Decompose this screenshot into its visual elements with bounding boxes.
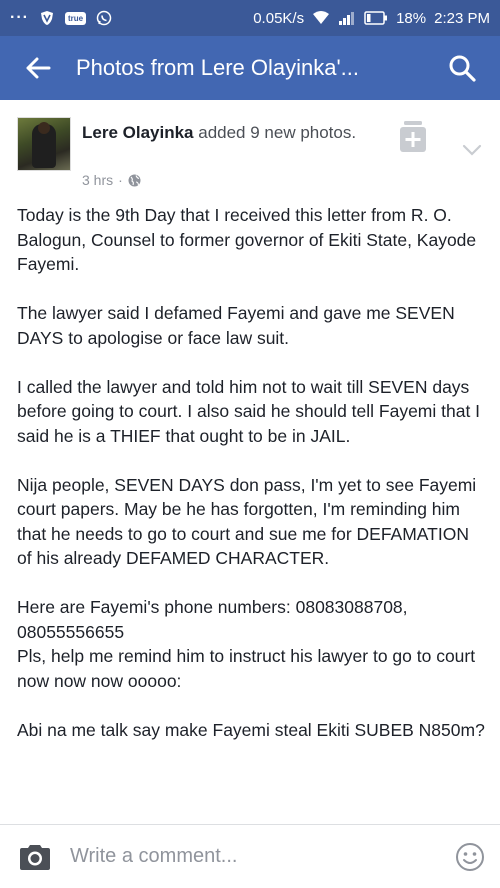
avatar-head <box>38 122 50 134</box>
meta-separator: · <box>118 172 123 188</box>
signal-icon <box>338 11 356 25</box>
comment-input[interactable] <box>70 845 430 868</box>
post-paragraph: I called the lawyer and told him not to … <box>17 376 481 446</box>
camera-icon <box>20 844 50 870</box>
sticker-button[interactable] <box>440 825 500 888</box>
network-speed: 0.05K/s <box>253 9 305 27</box>
search-button[interactable] <box>424 36 500 100</box>
battery-level: 18% <box>396 9 427 27</box>
clock: 2:23 PM <box>434 9 490 27</box>
post-paragraph: Abi na me talk say make Fayemi steal Eki… <box>17 719 485 740</box>
wifi-icon <box>312 11 330 25</box>
author-name[interactable]: Lere Olayinka <box>82 123 194 142</box>
battery-icon <box>364 11 388 25</box>
post-author-line: Lere Olayinka added 9 new photos. <box>82 121 382 145</box>
post-paragraph: The lawyer said I defamed Fayemi and gav… <box>17 303 455 348</box>
post-paragraph: Nija people, SEVEN DAYS don pass, I'm ye… <box>17 474 477 569</box>
post-time[interactable]: 3 hrs <box>82 172 113 188</box>
globe-icon <box>128 174 141 186</box>
smiley-icon <box>456 842 484 871</box>
app-bar: Photos from Lere Olayinka'... <box>0 36 500 100</box>
comment-bar <box>0 824 500 888</box>
shield-v-icon <box>39 10 55 26</box>
status-right: 0.05K/s 18% 2:23 PM <box>253 10 490 27</box>
add-photo-icon <box>400 121 426 152</box>
author-avatar[interactable] <box>17 117 71 171</box>
back-arrow-icon <box>26 57 51 79</box>
true-app-icon: true <box>64 11 87 25</box>
whatsapp-icon <box>96 10 112 26</box>
page-title: Photos from Lere Olayinka'... <box>76 55 359 80</box>
add-photo-button[interactable] <box>398 120 428 154</box>
post-paragraph: Here are Fayemi's phone numbers: 0808308… <box>17 597 408 642</box>
post-body: Today is the 9th Day that I received thi… <box>17 203 487 767</box>
post-meta: 3 hrs · <box>82 172 141 188</box>
post-paragraph: Pls, help me remind him to instruct his … <box>17 646 476 691</box>
camera-button[interactable] <box>0 825 70 888</box>
status-left: ··· true <box>10 9 112 27</box>
search-icon <box>449 55 476 82</box>
post-options-button[interactable] <box>460 140 484 160</box>
status-bar: ··· true 0.05K/s 18% 2:23 PM <box>0 0 500 36</box>
post-paragraph: Today is the 9th Day that I received thi… <box>17 205 477 274</box>
more-dots-icon: ··· <box>10 9 29 26</box>
chevron-down-icon <box>462 144 482 156</box>
post-action: added 9 new photos. <box>193 123 357 142</box>
back-button[interactable] <box>0 36 76 100</box>
